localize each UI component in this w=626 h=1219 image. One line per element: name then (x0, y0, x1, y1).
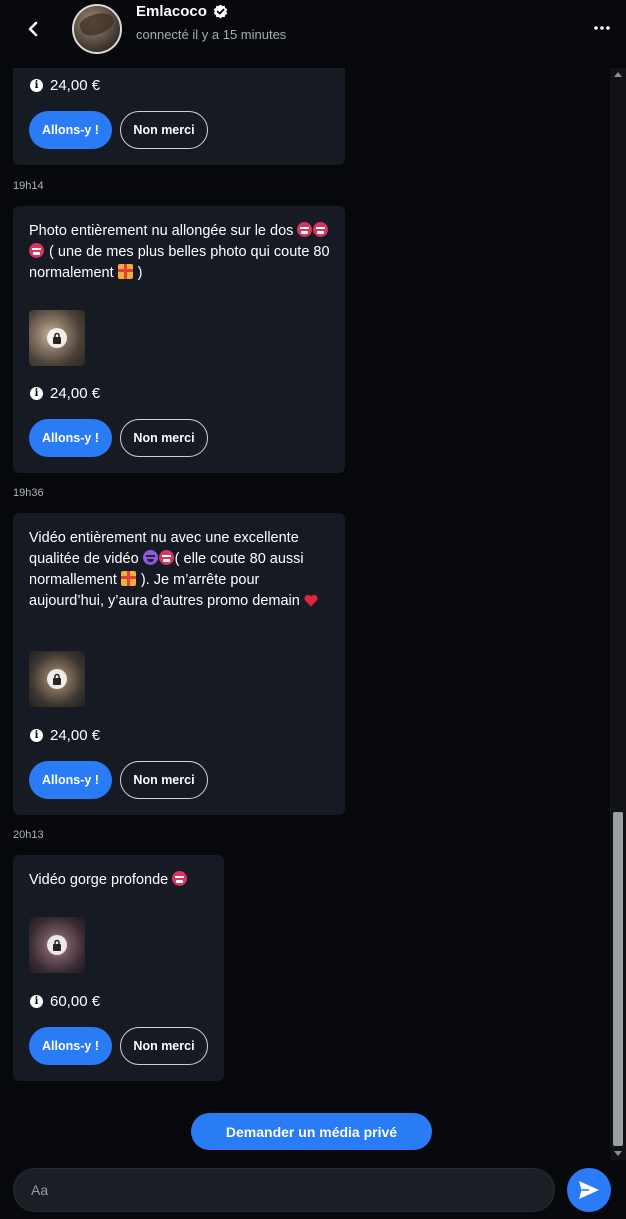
paid-media-message: Vidéo gorge profonde i 60,00 € Allons-y … (13, 855, 224, 1081)
lock-icon (47, 328, 67, 348)
red-heart-emoji (304, 594, 318, 607)
scrollbar[interactable] (610, 68, 626, 1160)
back-button[interactable] (18, 14, 48, 44)
accept-button[interactable]: Allons-y ! (29, 111, 112, 149)
info-icon[interactable]: i (30, 729, 43, 742)
angry-face-emoji (313, 222, 329, 237)
lock-icon (47, 669, 67, 689)
verified-badge-icon (213, 4, 228, 19)
locked-media-thumbnail[interactable] (29, 917, 85, 973)
accept-button[interactable]: Allons-y ! (29, 761, 112, 799)
message-text: Vidéo entièrement nu avec une excellente… (29, 528, 331, 612)
message-timestamp: 20h13 (13, 829, 44, 841)
price: 24,00 € (50, 727, 101, 744)
paid-media-message: i 24,00 € Allons-y ! Non merci (13, 68, 345, 165)
more-options-button[interactable] (590, 18, 614, 38)
lock-icon (47, 935, 67, 955)
locked-media-thumbnail[interactable] (29, 310, 85, 366)
locked-media-thumbnail[interactable] (29, 651, 85, 707)
avatar[interactable] (72, 4, 122, 54)
message-composer (0, 1160, 626, 1219)
accept-button[interactable]: Allons-y ! (29, 419, 112, 457)
decline-button[interactable]: Non merci (120, 419, 208, 457)
info-icon[interactable]: i (30, 79, 43, 92)
info-icon[interactable]: i (30, 387, 43, 400)
angry-face-emoji (29, 243, 44, 258)
chat-header: Emlacoco connecté il y a 15 minutes (0, 0, 626, 68)
message-timestamp: 19h14 (13, 180, 44, 192)
request-private-media-button[interactable]: Demander un média privé (191, 1113, 432, 1150)
accept-button[interactable]: Allons-y ! (29, 1027, 112, 1065)
contact-name: Emlacoco (136, 3, 207, 20)
decline-button[interactable]: Non merci (120, 111, 208, 149)
angry-face-emoji (158, 550, 174, 565)
price-row: i 60,00 € (30, 993, 100, 1010)
contact-name-row[interactable]: Emlacoco (136, 3, 228, 20)
message-text: Vidéo gorge profonde (29, 870, 210, 891)
send-icon (579, 1181, 599, 1199)
message-text: Photo entièrement nu allongée sur le dos… (29, 222, 330, 281)
gift-emoji (117, 264, 133, 279)
decline-button[interactable]: Non merci (120, 1027, 208, 1065)
online-status: connecté il y a 15 minutes (136, 27, 287, 42)
price: 24,00 € (50, 385, 101, 402)
paid-media-message: Vidéo entièrement nu avec une excellente… (13, 513, 345, 815)
message-list[interactable]: i 24,00 € Allons-y ! Non merci 19h14 Pho… (0, 68, 610, 1160)
price-row: i 24,00 € (30, 385, 100, 402)
gift-emoji (120, 571, 136, 586)
chevron-left-icon (28, 21, 38, 37)
decline-button[interactable]: Non merci (120, 761, 208, 799)
info-icon[interactable]: i (30, 995, 43, 1008)
price: 24,00 € (50, 77, 101, 94)
smiling-devil-emoji (142, 550, 158, 565)
paid-media-message: Photo entièrement nu allongée sur le dos… (13, 206, 345, 473)
price-row: i 24,00 € (30, 77, 100, 94)
angry-face-emoji (297, 222, 313, 237)
angry-face-emoji (172, 871, 188, 886)
price: 60,00 € (50, 993, 101, 1010)
more-horizontal-icon (594, 26, 610, 30)
scrollbar-thumb[interactable] (613, 812, 623, 1146)
send-button[interactable] (567, 1168, 611, 1212)
message-timestamp: 19h36 (13, 487, 44, 499)
message-input[interactable] (13, 1168, 555, 1212)
scroll-down-arrow-icon[interactable] (614, 1151, 622, 1156)
price-row: i 24,00 € (30, 727, 100, 744)
scroll-up-arrow-icon[interactable] (614, 72, 622, 77)
